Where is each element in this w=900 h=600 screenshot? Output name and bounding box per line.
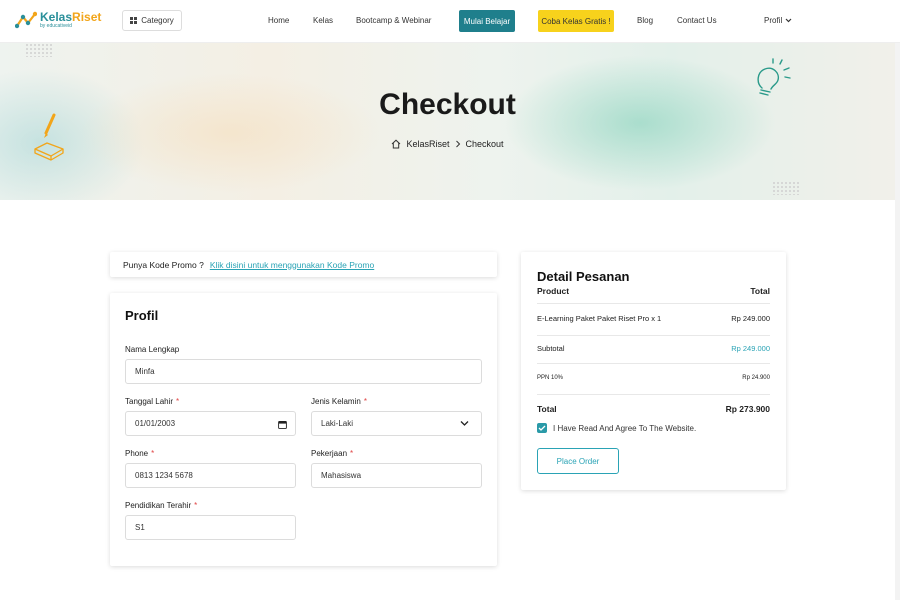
pekerjaan-label: Pekerjaan *	[311, 449, 354, 458]
ppn-row: PPN 10% Rp 24.900	[537, 375, 770, 381]
logo-subtitle: by educativeid	[40, 23, 72, 29]
coba-kelas-gratis-button[interactable]: Coba Kelas Gratis !	[538, 10, 614, 32]
tanggal-lahir-value: 01/01/2003	[135, 419, 176, 428]
logo-kelas-text: Kelas	[40, 10, 73, 24]
nama-lengkap-value: Minfa	[135, 367, 155, 376]
grid-icon	[130, 17, 138, 24]
order-detail-card: Detail Pesanan Product Total E-Learning …	[521, 252, 786, 490]
divider	[537, 363, 770, 364]
subtotal-row: Subtotal Rp 249.000	[537, 344, 770, 353]
place-order-button[interactable]: Place Order	[537, 448, 619, 474]
jenis-kelamin-label: Jenis Kelamin *	[311, 397, 367, 406]
jenis-kelamin-value: Laki-Laki	[321, 419, 354, 428]
calendar-icon[interactable]	[278, 420, 287, 429]
col-total: Total	[750, 286, 770, 296]
divider	[537, 303, 770, 304]
col-product: Product	[537, 286, 570, 296]
logo-icon	[15, 11, 37, 29]
home-icon[interactable]	[391, 139, 401, 149]
nav-kelas[interactable]: Kelas	[313, 16, 333, 25]
dot-pattern	[772, 181, 800, 195]
promo-code-link[interactable]: Klik disini untuk menggunakan Kode Promo	[210, 260, 374, 270]
subtotal-label: Subtotal	[537, 344, 565, 353]
nav-home[interactable]: Home	[268, 16, 289, 25]
ppn-value: Rp 24.900	[742, 375, 770, 381]
phone-value: 0813 1234 5678	[135, 471, 193, 480]
chevron-right-icon	[455, 140, 460, 148]
hero-banner: Checkout KelasRiset Checkout	[0, 43, 895, 200]
breadcrumb-current: Checkout	[465, 139, 504, 149]
page-title: Checkout	[379, 88, 516, 121]
ppn-label: PPN 10%	[537, 375, 564, 381]
item-price: Rp 249.000	[731, 314, 770, 323]
mulai-belajar-button[interactable]: Mulai Belajar	[459, 10, 515, 32]
pendidikan-label: Pendidikan Terahir *	[125, 501, 198, 510]
breadcrumb-home[interactable]: KelasRiset	[406, 139, 449, 149]
navbar: KelasRiset by educativeid Category Home …	[0, 0, 900, 43]
breadcrumb: KelasRiset Checkout	[0, 139, 895, 149]
nav-blog[interactable]: Blog	[637, 16, 653, 25]
tanggal-lahir-label: Tanggal Lahir *	[125, 397, 180, 406]
logo-riset-text: Riset	[72, 10, 102, 24]
nama-lengkap-label: Nama Lengkap	[125, 345, 180, 354]
phone-input[interactable]: 0813 1234 5678	[125, 463, 296, 488]
profil-menu-label: Profil	[764, 16, 783, 25]
agree-text: I Have Read And Agree To The Website.	[553, 423, 697, 433]
category-button[interactable]: Category	[122, 10, 182, 31]
profil-menu[interactable]: Profil	[764, 16, 792, 25]
dot-pattern	[25, 43, 53, 57]
kelasriset-logo[interactable]: KelasRiset by educativeid	[15, 11, 101, 29]
order-item-row: E-Learning Paket Paket Riset Pro x 1 Rp …	[537, 314, 770, 323]
nav-contact-us[interactable]: Contact Us	[677, 16, 717, 25]
pendidikan-value: S1	[135, 523, 145, 532]
promo-question: Punya Kode Promo ?	[123, 259, 204, 270]
nav-bootcamp-webinar[interactable]: Bootcamp & Webinar	[356, 16, 431, 25]
phone-label: Phone *	[125, 449, 155, 458]
nama-lengkap-input[interactable]: Minfa	[125, 359, 482, 384]
divider	[537, 394, 770, 395]
agree-checkbox-row: I Have Read And Agree To The Website.	[537, 423, 696, 433]
chevron-down-icon	[785, 18, 792, 23]
pekerjaan-input[interactable]: Mahasiswa	[311, 463, 482, 488]
order-detail-title: Detail Pesanan	[537, 269, 630, 284]
scrollbar-track[interactable]	[895, 43, 900, 600]
tanggal-lahir-input[interactable]: 01/01/2003	[125, 411, 296, 436]
total-value: Rp 273.900	[725, 404, 770, 414]
check-icon	[538, 425, 546, 431]
jenis-kelamin-select[interactable]: Laki-Laki	[311, 411, 482, 436]
item-name: E-Learning Paket Paket Riset Pro x 1	[537, 314, 662, 323]
profil-form-card: Profil Nama Lengkap Minfa Tanggal Lahir *…	[110, 293, 497, 566]
total-row: Total Rp 273.900	[537, 404, 770, 414]
promo-code-card: Punya Kode Promo ? Klik disini untuk men…	[110, 252, 497, 277]
pendidikan-input[interactable]: S1	[125, 515, 296, 540]
subtotal-value: Rp 249.000	[731, 344, 770, 353]
divider	[537, 335, 770, 336]
agree-checkbox[interactable]	[537, 423, 547, 433]
order-table-header: Product Total	[537, 286, 770, 296]
total-label: Total	[537, 404, 557, 414]
chevron-down-icon	[460, 421, 469, 426]
profil-title: Profil	[125, 308, 159, 323]
pekerjaan-value: Mahasiswa	[321, 471, 362, 480]
category-label: Category	[141, 16, 174, 25]
